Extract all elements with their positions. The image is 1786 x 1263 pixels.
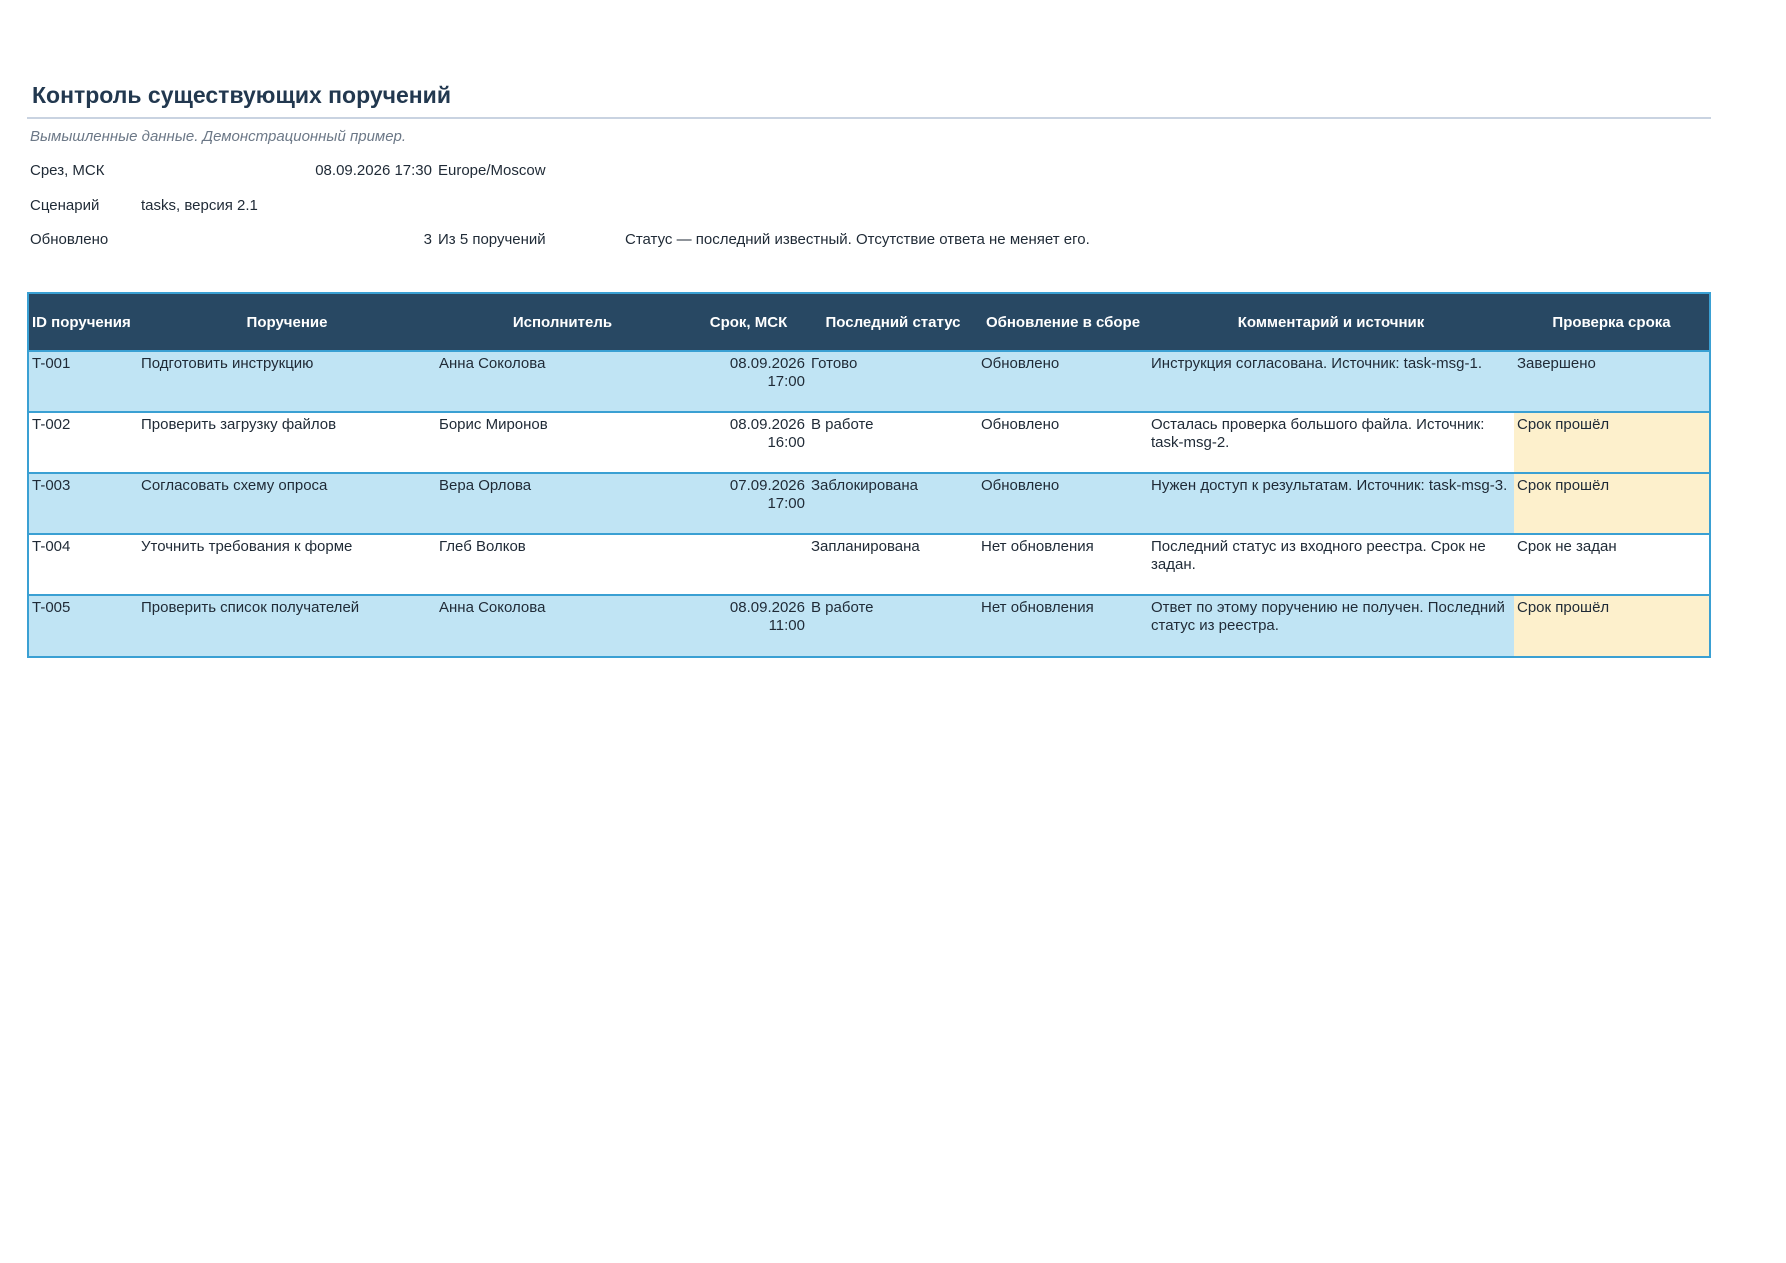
column-header-update[interactable]: Обновление в сборе [978, 294, 1148, 352]
column-header-check[interactable]: Проверка срока [1514, 294, 1709, 352]
cell-id[interactable]: T-005 [29, 595, 138, 656]
column-header-id[interactable]: ID поручения [29, 294, 138, 352]
cell-status[interactable]: В работе [808, 412, 978, 474]
scenario-value: tasks, версия 2.1 [141, 197, 258, 214]
cell-comment[interactable]: Осталась проверка большого файла. Источн… [1148, 412, 1514, 474]
snapshot-timezone: Europe/Moscow [438, 162, 546, 179]
column-header-task[interactable]: Поручение [138, 294, 436, 352]
cell-assignee[interactable]: Вера Орлова [436, 473, 689, 535]
cell-comment[interactable]: Нужен доступ к результатам. Источник: ta… [1148, 473, 1514, 535]
cell-check[interactable]: Срок не задан [1514, 534, 1709, 596]
cell-check[interactable]: Срок прошёл [1514, 412, 1709, 474]
cell-deadline[interactable]: 08.09.2026 17:00 [689, 351, 808, 413]
cell-status[interactable]: Заблокирована [808, 473, 978, 535]
cell-id[interactable]: T-004 [29, 534, 138, 596]
cell-task[interactable]: Подготовить инструкцию [138, 351, 436, 413]
page-title: Контроль существующих поручений [32, 82, 451, 108]
cell-task[interactable]: Проверить загрузку файлов [138, 412, 436, 474]
updated-label: Обновлено [30, 231, 109, 248]
cell-status[interactable]: В работе [808, 595, 978, 656]
snapshot-label: Срез, МСК [30, 162, 105, 179]
title-divider [27, 117, 1711, 119]
updated-note: Статус — последний известный. Отсутствие… [625, 231, 1090, 248]
cell-assignee[interactable]: Глеб Волков [436, 534, 689, 596]
cell-deadline[interactable]: 08.09.2026 11:00 [689, 595, 808, 656]
cell-deadline[interactable] [689, 534, 808, 596]
tasks-table: ID поручения Поручение Исполнитель Срок,… [27, 292, 1711, 658]
cell-status[interactable]: Готово [808, 351, 978, 413]
cell-check[interactable]: Завершено [1514, 351, 1709, 413]
column-header-deadline[interactable]: Срок, МСК [689, 294, 808, 352]
scenario-label: Сценарий [30, 197, 100, 214]
cell-check[interactable]: Срок прошёл [1514, 595, 1709, 656]
cell-task[interactable]: Согласовать схему опроса [138, 473, 436, 535]
cell-id[interactable]: T-002 [29, 412, 138, 474]
table-row: T-003 Согласовать схему опроса Вера Орло… [29, 473, 1709, 535]
table-header-row: ID поручения Поручение Исполнитель Срок,… [29, 294, 1709, 352]
updated-count: 3 [423, 231, 432, 248]
cell-deadline[interactable]: 07.09.2026 17:00 [689, 473, 808, 535]
cell-update[interactable]: Обновлено [978, 412, 1148, 474]
table-row: T-001 Подготовить инструкцию Анна Соколо… [29, 351, 1709, 413]
cell-assignee[interactable]: Борис Миронов [436, 412, 689, 474]
updated-total: Из 5 поручений [438, 231, 546, 248]
spreadsheet-sheet: Контроль существующих поручений Вымышлен… [0, 0, 1786, 1263]
cell-comment[interactable]: Последний статус из входного реестра. Ср… [1148, 534, 1514, 596]
cell-task[interactable]: Уточнить требования к форме [138, 534, 436, 596]
cell-status[interactable]: Запланирована [808, 534, 978, 596]
cell-check[interactable]: Срок прошёл [1514, 473, 1709, 535]
cell-task[interactable]: Проверить список получателей [138, 595, 436, 656]
page-subtitle: Вымышленные данные. Демонстрационный при… [30, 128, 407, 145]
table-row: T-002 Проверить загрузку файлов Борис Ми… [29, 412, 1709, 474]
cell-id[interactable]: T-001 [29, 351, 138, 413]
column-header-assignee[interactable]: Исполнитель [436, 294, 689, 352]
cell-comment[interactable]: Инструкция согласована. Источник: task-m… [1148, 351, 1514, 413]
cell-assignee[interactable]: Анна Соколова [436, 351, 689, 413]
table-row: T-004 Уточнить требования к форме Глеб В… [29, 534, 1709, 596]
column-header-status[interactable]: Последний статус [808, 294, 978, 352]
snapshot-value: 08.09.2026 17:30 [315, 162, 432, 179]
cell-update[interactable]: Обновлено [978, 473, 1148, 535]
cell-assignee[interactable]: Анна Соколова [436, 595, 689, 656]
cell-comment[interactable]: Ответ по этому поручению не получен. Пос… [1148, 595, 1514, 656]
cell-update[interactable]: Нет обновления [978, 595, 1148, 656]
cell-update[interactable]: Обновлено [978, 351, 1148, 413]
column-header-comment[interactable]: Комментарий и источник [1148, 294, 1514, 352]
table-row: T-005 Проверить список получателей Анна … [29, 595, 1709, 656]
cell-update[interactable]: Нет обновления [978, 534, 1148, 596]
cell-id[interactable]: T-003 [29, 473, 138, 535]
cell-deadline[interactable]: 08.09.2026 16:00 [689, 412, 808, 474]
